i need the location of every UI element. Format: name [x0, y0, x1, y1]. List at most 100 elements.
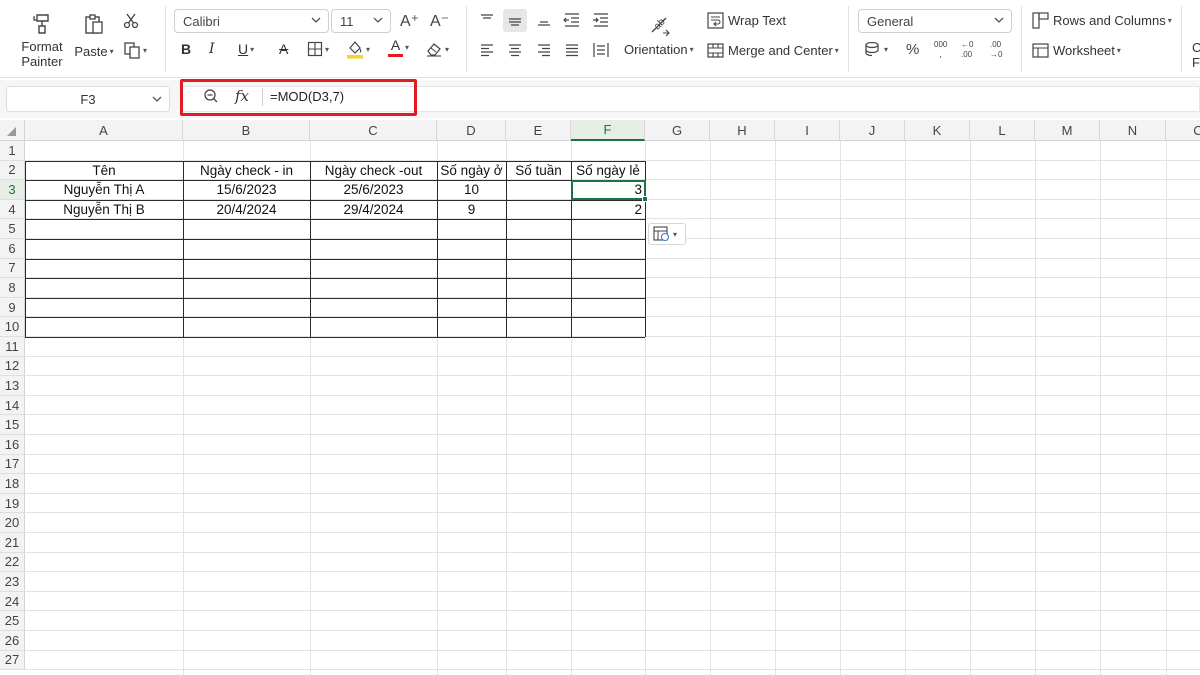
table-cell[interactable]: Nguyễn Thị A — [25, 180, 183, 199]
row-header[interactable]: 3 — [0, 180, 25, 200]
table-cell[interactable]: 15/6/2023 — [183, 180, 310, 199]
format-painter-button[interactable]: Format Painter — [20, 12, 64, 69]
decrease-font-button[interactable]: A⁻ — [430, 11, 449, 31]
font-name-select[interactable]: Calibri — [174, 9, 329, 33]
rows-columns-button[interactable]: Rows and Columns ▾ — [1032, 12, 1172, 29]
row-header[interactable]: 23 — [0, 572, 25, 592]
orientation-button[interactable]: Orientation ▾ — [624, 42, 694, 57]
row-header[interactable]: 9 — [0, 297, 25, 318]
row-header[interactable]: 22 — [0, 552, 25, 573]
table-header-cell[interactable]: Ngày check - in — [183, 161, 310, 180]
table-header-cell[interactable]: Số ngày lẻ — [571, 161, 645, 180]
strikethrough-button[interactable]: A — [279, 41, 288, 57]
table-cell[interactable]: 2 — [571, 200, 645, 219]
table-header-cell[interactable]: Số tuần — [506, 161, 571, 180]
row-header[interactable]: 6 — [0, 239, 25, 259]
column-header[interactable]: C — [310, 120, 437, 141]
distributed-button[interactable] — [592, 42, 610, 58]
row-header[interactable]: 27 — [0, 650, 25, 671]
increase-decimal-button[interactable]: ←0 .00 — [961, 40, 973, 59]
row-header[interactable]: 11 — [0, 337, 25, 357]
table-cell[interactable]: 20/4/2024 — [183, 200, 310, 219]
row-header[interactable]: 4 — [0, 199, 25, 220]
table-cell[interactable]: 10 — [437, 180, 506, 199]
underline-button[interactable]: U ▾ — [238, 41, 254, 57]
fill-handle[interactable] — [642, 196, 648, 202]
row-header[interactable]: 18 — [0, 474, 25, 494]
decrease-decimal-button[interactable]: .00 →0 — [990, 40, 1002, 59]
paste-button[interactable]: Paste ▾ — [74, 12, 114, 61]
row-header[interactable]: 2 — [0, 160, 25, 181]
column-header[interactable]: N — [1100, 120, 1166, 141]
currency-button[interactable]: ▾ — [864, 41, 888, 57]
table-cell[interactable] — [506, 200, 571, 219]
table-cell[interactable]: 25/6/2023 — [310, 180, 437, 199]
row-header[interactable]: 12 — [0, 356, 25, 377]
worksheet-button[interactable]: Worksheet ▾ — [1032, 42, 1121, 59]
row-header[interactable]: 19 — [0, 493, 25, 514]
row-header[interactable]: 8 — [0, 278, 25, 298]
column-header[interactable]: M — [1035, 120, 1100, 141]
row-header[interactable]: 16 — [0, 435, 25, 455]
align-top-button[interactable] — [479, 12, 495, 28]
table-cell[interactable]: 29/4/2024 — [310, 200, 437, 219]
font-color-button[interactable]: A ▾ — [388, 38, 409, 57]
cut-off-button[interactable]: C F — [1192, 40, 1200, 70]
align-center-button[interactable] — [507, 42, 523, 58]
column-header[interactable]: I — [775, 120, 840, 141]
justify-button[interactable] — [564, 42, 580, 58]
column-header[interactable]: K — [905, 120, 970, 141]
align-right-button[interactable] — [536, 42, 552, 58]
column-header[interactable]: C — [1166, 120, 1200, 141]
column-header[interactable]: A — [25, 120, 183, 141]
row-header[interactable]: 25 — [0, 611, 25, 631]
row-header[interactable]: 5 — [0, 219, 25, 239]
table-header-cell[interactable]: Ngày check -out — [310, 161, 437, 180]
column-header[interactable]: F — [571, 120, 645, 141]
align-left-button[interactable] — [479, 42, 495, 58]
merge-center-button[interactable]: Merge and Center ▾ — [707, 42, 839, 59]
fill-color-button[interactable]: ▾ — [346, 39, 370, 59]
decrease-indent-button[interactable] — [563, 12, 581, 28]
align-bottom-button[interactable] — [536, 12, 552, 28]
comma-style-button[interactable]: 000 , — [934, 40, 947, 59]
row-header[interactable]: 21 — [0, 533, 25, 553]
column-header[interactable]: B — [183, 120, 310, 141]
row-header[interactable]: 14 — [0, 395, 25, 416]
italic-button[interactable]: I — [209, 41, 215, 57]
clear-format-button[interactable]: ▾ — [425, 41, 449, 57]
column-header[interactable]: J — [840, 120, 905, 141]
table-header-cell[interactable]: Số ngày ở — [437, 161, 506, 180]
zoom-formula-icon[interactable] — [203, 88, 219, 109]
row-header[interactable]: 20 — [0, 513, 25, 533]
table-cell[interactable]: 9 — [437, 200, 506, 219]
row-header[interactable]: 17 — [0, 454, 25, 475]
row-header[interactable]: 24 — [0, 591, 25, 612]
column-header[interactable]: G — [645, 120, 710, 141]
row-header[interactable]: 1 — [0, 141, 25, 161]
column-header[interactable]: E — [506, 120, 571, 141]
insert-function-icon[interactable]: fx — [235, 87, 249, 105]
column-header[interactable]: D — [437, 120, 506, 141]
orientation-icon-button[interactable]: ab — [647, 11, 673, 37]
select-all-corner[interactable] — [0, 120, 25, 141]
column-header[interactable]: L — [970, 120, 1035, 141]
table-cell[interactable] — [506, 180, 571, 199]
row-header[interactable]: 13 — [0, 376, 25, 396]
increase-font-button[interactable]: A⁺ — [400, 11, 419, 31]
paste-options-button[interactable]: ▾ — [648, 223, 686, 245]
table-header-cell[interactable]: Tên — [25, 161, 183, 180]
table-cell[interactable]: Nguyễn Thị B — [25, 200, 183, 219]
percent-button[interactable]: % — [906, 41, 919, 58]
borders-button[interactable]: ▾ — [307, 41, 329, 57]
number-format-select[interactable]: General — [858, 9, 1012, 33]
font-size-select[interactable]: 11 — [331, 9, 391, 33]
cut-button[interactable] — [122, 12, 140, 30]
bold-button[interactable]: B — [181, 41, 191, 57]
row-header[interactable]: 10 — [0, 317, 25, 337]
wrap-text-button[interactable]: Wrap Text — [707, 12, 786, 29]
row-header[interactable]: 26 — [0, 631, 25, 651]
copy-button[interactable]: ▾ — [123, 41, 147, 59]
align-middle-button[interactable] — [503, 9, 527, 32]
row-header[interactable]: 15 — [0, 415, 25, 435]
